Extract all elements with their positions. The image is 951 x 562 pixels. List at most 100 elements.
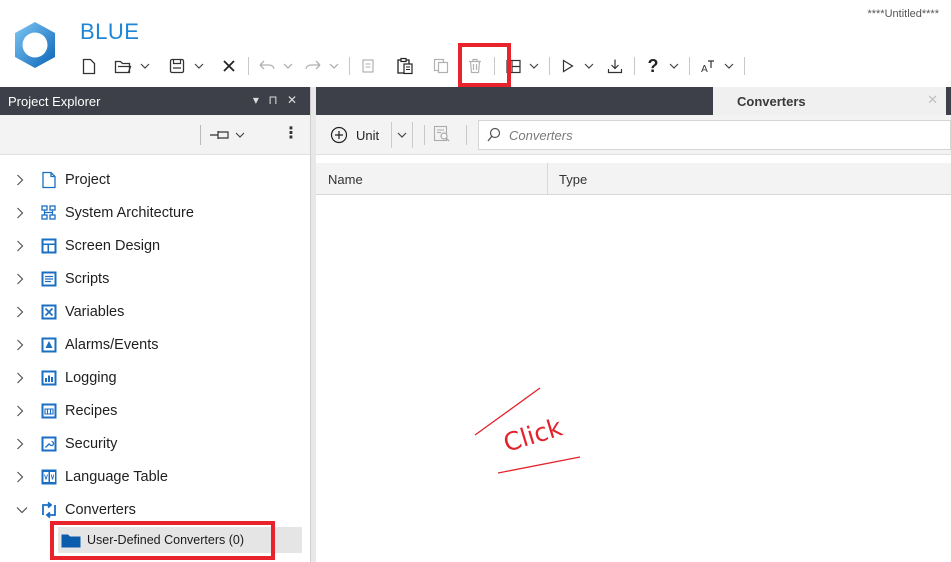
tree-item-alarms-events[interactable]: Alarms/Events bbox=[0, 331, 310, 359]
app-header: BLUE ****Untitled**** ? A bbox=[0, 0, 951, 87]
chevron-down-icon bbox=[194, 63, 204, 69]
tree-item-language-table[interactable]: Language Table bbox=[0, 463, 310, 491]
tree-item-label: Variables bbox=[65, 304, 125, 320]
converters-icon bbox=[40, 501, 58, 519]
download-icon bbox=[607, 59, 623, 74]
chevron-right-icon[interactable] bbox=[16, 331, 28, 359]
chevron-right-icon[interactable] bbox=[16, 463, 28, 491]
undo-icon bbox=[259, 60, 275, 70]
project-icon bbox=[40, 171, 58, 189]
copy-button[interactable] bbox=[356, 52, 380, 80]
open-button[interactable] bbox=[110, 52, 136, 80]
chevron-right-icon[interactable] bbox=[16, 199, 28, 227]
font-button[interactable]: A bbox=[696, 52, 720, 80]
find-icon bbox=[433, 125, 450, 142]
chevron-right-icon[interactable] bbox=[16, 298, 28, 326]
chevron-right-icon[interactable] bbox=[16, 364, 28, 392]
chevron-down-icon bbox=[329, 63, 339, 69]
chevron-right-icon[interactable] bbox=[16, 232, 28, 260]
search-input[interactable] bbox=[509, 127, 909, 143]
chevron-down-icon bbox=[283, 63, 293, 69]
font-dropdown[interactable] bbox=[720, 52, 738, 80]
tree-item-label: Converters bbox=[65, 502, 136, 518]
tree-item-label: Scripts bbox=[65, 271, 110, 287]
language-table-icon bbox=[40, 468, 58, 486]
tree-item-label: Project bbox=[65, 172, 111, 188]
tree-item-label: Security bbox=[65, 436, 118, 452]
layout-dropdown[interactable] bbox=[525, 52, 543, 80]
run-button[interactable] bbox=[556, 52, 580, 80]
grid-body[interactable] bbox=[316, 195, 951, 562]
paste-button[interactable] bbox=[390, 52, 420, 80]
tab-converters[interactable]: Converters ✕ bbox=[713, 87, 946, 115]
redo-dropdown[interactable] bbox=[325, 52, 343, 80]
tree-item-recipes[interactable]: Recipes bbox=[0, 397, 310, 425]
run-dropdown[interactable] bbox=[580, 52, 598, 80]
tree-item-security[interactable]: Security bbox=[0, 430, 310, 458]
close-button[interactable] bbox=[216, 52, 242, 80]
column-header-name[interactable]: Name bbox=[328, 172, 363, 187]
undo-button[interactable] bbox=[255, 52, 279, 80]
add-unit-button[interactable]: Unit bbox=[330, 123, 379, 147]
chevron-right-icon[interactable] bbox=[16, 397, 28, 425]
save-dropdown[interactable] bbox=[190, 52, 208, 80]
tree-item-variables[interactable]: Variables bbox=[0, 298, 310, 326]
add-unit-label: Unit bbox=[356, 127, 380, 143]
app-logo-icon bbox=[15, 22, 55, 68]
tree-item-scripts[interactable]: Scripts bbox=[0, 265, 310, 293]
find-in-list-button[interactable] bbox=[433, 125, 451, 148]
tree-item-label: Screen Design bbox=[65, 238, 161, 254]
toolbar-separator bbox=[466, 125, 467, 145]
open-dropdown[interactable] bbox=[136, 52, 154, 80]
add-circle-icon bbox=[330, 126, 348, 144]
tree-item-label: System Architecture bbox=[65, 205, 194, 221]
chevron-right-icon[interactable] bbox=[16, 265, 28, 293]
project-explorer-toolbar: ⋮ bbox=[0, 115, 310, 155]
document-title: ****Untitled**** bbox=[867, 8, 939, 20]
tree-item-label: Recipes bbox=[65, 403, 118, 419]
tree-item-label: Language Table bbox=[65, 469, 168, 485]
save-button[interactable] bbox=[164, 52, 190, 80]
security-icon bbox=[40, 435, 58, 453]
paste-highlight-box bbox=[458, 43, 511, 87]
add-unit-dropdown[interactable] bbox=[391, 122, 413, 148]
tree-item-system-architecture[interactable]: System Architecture bbox=[0, 199, 310, 227]
toolbar-separator bbox=[349, 57, 350, 75]
chevron-down-icon bbox=[724, 63, 734, 69]
user-defined-converters-highlight-box bbox=[50, 521, 275, 560]
duplicate-button[interactable] bbox=[428, 52, 454, 80]
column-header-type[interactable]: Type bbox=[559, 172, 587, 187]
column-divider[interactable] bbox=[547, 163, 548, 195]
chevron-right-icon[interactable] bbox=[16, 430, 28, 458]
tree-item-label: Logging bbox=[65, 370, 117, 386]
download-button[interactable] bbox=[602, 52, 628, 80]
tab-label: Converters bbox=[737, 93, 806, 109]
pin-dropdown-button[interactable] bbox=[200, 125, 245, 145]
help-dropdown[interactable] bbox=[665, 52, 683, 80]
redo-button[interactable] bbox=[301, 52, 325, 80]
close-icon bbox=[223, 60, 235, 72]
search-box bbox=[478, 120, 951, 150]
close-tab-icon[interactable]: ✕ bbox=[927, 92, 938, 108]
main-toolbar: ? A bbox=[76, 50, 751, 82]
toolbar-separator bbox=[689, 57, 690, 75]
redo-icon bbox=[305, 60, 321, 70]
copy-icon bbox=[362, 59, 374, 73]
help-button[interactable]: ? bbox=[641, 52, 665, 80]
tree-item-logging[interactable]: Logging bbox=[0, 364, 310, 392]
grid-header: Name Type bbox=[316, 163, 951, 195]
tree-item-converters[interactable]: Converters bbox=[0, 496, 310, 524]
tree-item-project[interactable]: Project bbox=[0, 166, 310, 194]
new-button[interactable] bbox=[76, 52, 102, 80]
screen-design-icon bbox=[40, 237, 58, 255]
chevron-down-icon[interactable] bbox=[16, 496, 28, 524]
tree-item-screen-design[interactable]: Screen Design bbox=[0, 232, 310, 260]
more-options-icon[interactable]: ⋮ bbox=[283, 125, 299, 143]
undo-dropdown[interactable] bbox=[279, 52, 297, 80]
paste-icon bbox=[397, 57, 413, 75]
duplicate-icon bbox=[433, 58, 449, 74]
chevron-right-icon[interactable] bbox=[16, 166, 28, 194]
variables-icon bbox=[40, 303, 58, 321]
tree-item-label: Alarms/Events bbox=[65, 337, 159, 353]
panel-controls[interactable]: ▾ ⊓ ✕ bbox=[253, 93, 300, 107]
